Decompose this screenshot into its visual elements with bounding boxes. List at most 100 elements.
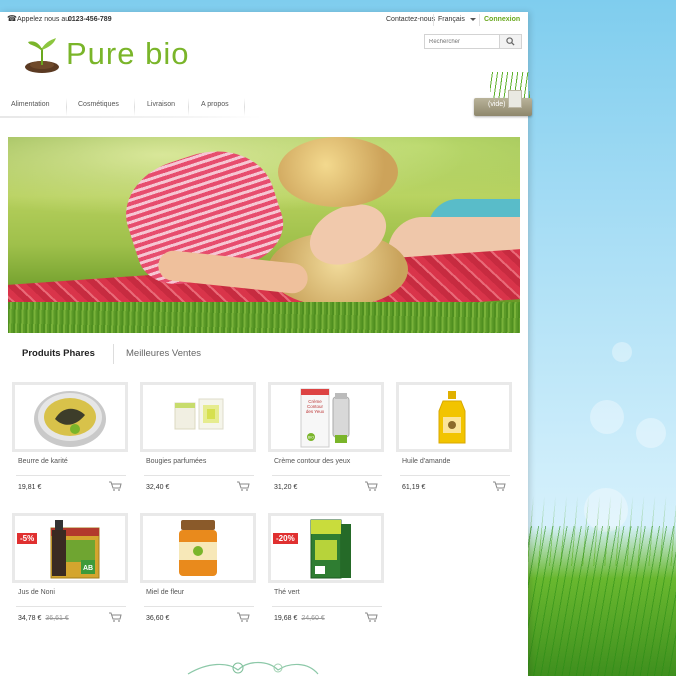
add-to-cart-icon[interactable] [364, 612, 378, 622]
product-name[interactable]: Crème contour des yeux [274, 458, 350, 465]
product-price: 19,81 € [18, 484, 41, 491]
nav-item-cosmetiques[interactable]: Cosmétiques [78, 101, 119, 108]
hero-banner[interactable] [8, 137, 520, 333]
product-price: 34,78 €36,61 € [18, 615, 69, 622]
banner-figure [278, 137, 398, 207]
shopping-bag-icon [508, 90, 522, 108]
shea-butter-tin-image [34, 391, 106, 447]
add-to-cart-icon[interactable] [236, 481, 250, 491]
cart-status: (vide) [488, 101, 506, 108]
svg-text:BIO: BIO [308, 436, 314, 440]
add-to-cart-icon[interactable] [108, 481, 122, 491]
nav-item-a-propos[interactable]: A propos [201, 101, 229, 108]
price-current: 36,60 € [146, 615, 170, 622]
add-to-cart-icon[interactable] [236, 612, 250, 622]
green-tea-box-image [310, 519, 351, 579]
product-card[interactable]: -20% Thé vert 19,68 €24,60 € [268, 513, 384, 629]
product-card[interactable]: Crème Contour des Yeux BIO Crème contour… [268, 382, 384, 498]
discount-badge: -20% [273, 533, 298, 544]
product-price: 19,68 €24,60 € [274, 615, 325, 622]
product-price: 36,60 € [146, 615, 169, 622]
discount-badge: -5% [17, 533, 38, 544]
product-name[interactable]: Jus de Noni [18, 589, 55, 596]
almond-oil-image [438, 391, 466, 444]
product-image[interactable]: AB -5% [12, 513, 128, 583]
svg-text:des Yeux: des Yeux [306, 409, 325, 414]
contact-link[interactable]: Contactez-nous [386, 16, 435, 23]
divider [134, 98, 135, 116]
tab-meilleures-ventes[interactable]: Meilleures Ventes [126, 348, 201, 359]
footer-swirl-ornament [187, 661, 319, 675]
bokeh-light [612, 342, 632, 362]
product-card[interactable]: AB -5% Jus de Noni 34,78 €36,61 € [12, 513, 128, 629]
bokeh-light [590, 400, 624, 434]
divider [272, 606, 382, 607]
product-card[interactable]: Miel de fleur 36,60 € [140, 513, 256, 629]
product-card[interactable]: Bougies parfumées 32,40 € [140, 382, 256, 498]
product-image[interactable] [12, 382, 128, 452]
background-grass [528, 526, 676, 676]
top-bar: ☎ Appelez nous au : 0123-456-789 Contact… [0, 12, 528, 28]
product-image[interactable] [140, 382, 256, 452]
eye-cream-image: Crème Contour des Yeux BIO [300, 388, 350, 448]
product-image[interactable]: Crème Contour des Yeux BIO [268, 382, 384, 452]
product-name[interactable]: Bougies parfumées [146, 458, 206, 465]
divider [16, 475, 126, 476]
language-selector[interactable]: Français [438, 16, 465, 23]
divider [144, 606, 254, 607]
add-to-cart-icon[interactable] [492, 481, 506, 491]
divider [16, 606, 126, 607]
search-button[interactable] [499, 35, 521, 48]
price-current: 19,68 € [274, 615, 298, 622]
nav-underline [0, 116, 262, 118]
logo-text: Pure bio [66, 36, 190, 71]
sprout-icon [25, 38, 59, 73]
product-card[interactable]: Beurre de karité 19,81 € [12, 382, 128, 498]
divider [244, 98, 245, 116]
nav-item-livraison[interactable]: Livraison [147, 101, 175, 108]
page-container: ☎ Appelez nous au : 0123-456-789 Contact… [0, 12, 532, 676]
phone-icon: ☎ [7, 14, 17, 23]
price-current: 61,19 € [402, 484, 426, 491]
main-nav: Alimentation Cosmétiques Livraison A pro… [0, 96, 262, 118]
product-name[interactable]: Miel de fleur [146, 589, 184, 596]
product-price: 32,40 € [146, 484, 169, 491]
product-price: 31,20 € [274, 484, 297, 491]
noni-juice-image: AB [50, 520, 100, 579]
search-input[interactable] [425, 35, 499, 48]
divider [479, 14, 480, 26]
tab-produits-phares[interactable]: Produits Phares [22, 348, 95, 359]
price-current: 31,20 € [274, 484, 298, 491]
honey-jar-image [179, 520, 217, 576]
product-image[interactable] [396, 382, 512, 452]
search-icon [506, 37, 515, 46]
search-box [424, 34, 522, 49]
divider [272, 475, 382, 476]
price-old: 24,60 € [301, 615, 325, 622]
banner-grass [8, 302, 520, 333]
add-to-cart-icon[interactable] [364, 481, 378, 491]
chevron-down-icon[interactable] [470, 18, 476, 21]
divider [144, 475, 254, 476]
product-name[interactable]: Huile d'amande [402, 458, 450, 465]
divider [433, 14, 434, 26]
product-name[interactable]: Beurre de karité [18, 458, 68, 465]
product-image[interactable] [140, 513, 256, 583]
add-to-cart-icon[interactable] [108, 612, 122, 622]
product-image[interactable]: -20% [268, 513, 384, 583]
divider [400, 475, 510, 476]
cart-widget[interactable]: (vide) [472, 72, 536, 132]
svg-text:AB: AB [83, 565, 93, 572]
product-card[interactable]: Huile d'amande 61,19 € [396, 382, 512, 498]
product-name[interactable]: Thé vert [274, 589, 300, 596]
nav-item-alimentation[interactable]: Alimentation [11, 101, 50, 108]
product-price: 61,19 € [402, 484, 425, 491]
phone-number: 0123-456-789 [68, 16, 112, 23]
price-current: 19,81 € [18, 484, 42, 491]
candles-image [174, 398, 224, 430]
divider [66, 98, 67, 116]
logo[interactable]: Pure bio [22, 32, 202, 78]
price-current: 34,78 € [18, 615, 42, 622]
login-link[interactable]: Connexion [484, 16, 520, 23]
call-label: Appelez nous au : [17, 16, 74, 23]
